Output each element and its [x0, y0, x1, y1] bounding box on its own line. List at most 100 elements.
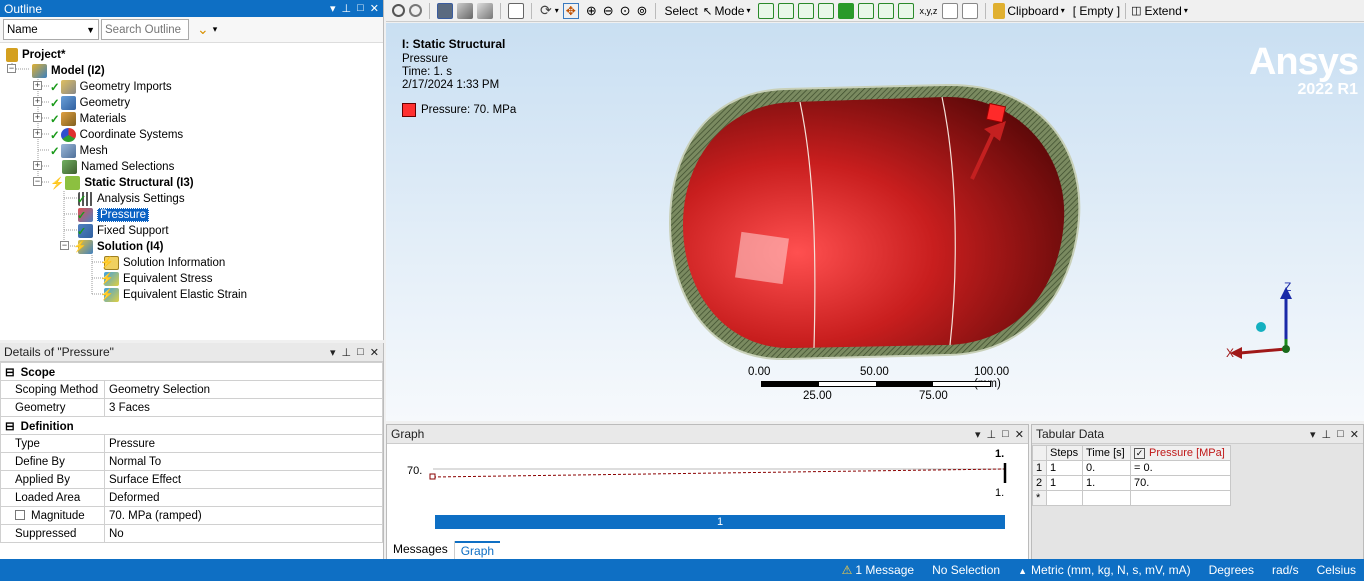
details-value[interactable]: Normal To: [104, 452, 383, 471]
tab-messages[interactable]: Messages: [387, 541, 455, 560]
extend-bodies-icon[interactable]: [878, 2, 895, 19]
tree-item-geometry-imports[interactable]: ✓ Geometry Imports: [50, 79, 172, 95]
face-select-icon[interactable]: [457, 2, 473, 19]
tree-item-equivalent-elastic-strain[interactable]: Equivalent Elastic Strain: [104, 287, 247, 303]
maximize-icon[interactable]: □: [357, 2, 364, 15]
tree-item-project[interactable]: Project*: [6, 47, 65, 63]
details-row[interactable]: Type Pressure: [0, 434, 383, 453]
edge-select-icon[interactable]: [477, 2, 493, 19]
details-value[interactable]: Geometry Selection: [104, 380, 383, 399]
parameter-checkbox[interactable]: [15, 510, 25, 521]
tree-item-named-selections[interactable]: Named Selections: [62, 159, 174, 175]
close-icon[interactable]: ✕: [370, 2, 379, 15]
graphics-viewport[interactable]: I: Static Structural Pressure Time: 1. s…: [386, 23, 1364, 421]
tree-item-static-structural[interactable]: ⚡ Static Structural (I3): [50, 175, 194, 191]
extend-faces-icon[interactable]: [858, 2, 875, 19]
coordinates-icon[interactable]: x,y,z: [919, 6, 937, 16]
details-row[interactable]: Loaded Area Deformed: [0, 488, 383, 507]
extend-adjacent-icon[interactable]: [778, 2, 795, 19]
tree-expander-geometry-imports[interactable]: +: [33, 81, 42, 90]
tree-expander-materials[interactable]: +: [33, 113, 42, 122]
column-header[interactable]: Time [s]: [1082, 445, 1131, 461]
dropdown-icon[interactable]: ▾: [975, 428, 981, 441]
maximize-icon[interactable]: □: [1337, 428, 1344, 441]
details-row[interactable]: Suppressed No: [0, 524, 383, 543]
tree-item-pressure[interactable]: Pressure: [78, 207, 150, 223]
tree-expander-coordinate-systems[interactable]: +: [33, 129, 42, 138]
tree-expander-model[interactable]: −: [7, 64, 16, 73]
details-value[interactable]: No: [104, 524, 383, 543]
collapse-icon[interactable]: ⊟: [5, 367, 15, 379]
tree-item-solution-information[interactable]: Solution Information: [104, 255, 225, 271]
tree-item-model[interactable]: Model (I2): [32, 63, 105, 79]
temperature-units[interactable]: Celsius: [1317, 563, 1356, 577]
extend-shared-icon[interactable]: [898, 2, 915, 19]
clipboard-button[interactable]: Clipboard: [1007, 4, 1058, 18]
pin-icon[interactable]: ⊥: [1322, 428, 1332, 441]
dropdown-icon[interactable]: ▾: [330, 346, 336, 359]
close-icon[interactable]: ✕: [1350, 428, 1359, 441]
maximize-icon[interactable]: □: [357, 346, 364, 359]
details-value[interactable]: Deformed: [104, 488, 383, 507]
tree-item-solution[interactable]: Solution (I4): [78, 239, 163, 255]
details-group-definition[interactable]: ⊟ Definition: [0, 416, 383, 435]
details-value[interactable]: 3 Faces: [104, 398, 383, 417]
extend-limits-icon[interactable]: [798, 2, 815, 19]
tree-item-equivalent-stress[interactable]: Equivalent Stress: [104, 271, 213, 287]
body-select-icon[interactable]: [437, 2, 453, 19]
tree-expander-static-structural[interactable]: −: [33, 177, 42, 186]
close-icon[interactable]: ✕: [370, 346, 379, 359]
table-row[interactable]: 1 1 0. = 0.: [1032, 460, 1231, 476]
details-row[interactable]: Define By Normal To: [0, 452, 383, 471]
label-icon[interactable]: [942, 2, 959, 19]
tree-item-geometry[interactable]: ✓ Geometry: [50, 95, 130, 111]
rate-units[interactable]: rad/s: [1272, 563, 1299, 577]
maximize-icon[interactable]: □: [1002, 428, 1009, 441]
tree-expander-geometry[interactable]: +: [33, 97, 42, 106]
tree-item-materials[interactable]: ✓ Materials: [50, 111, 126, 127]
dropdown-icon[interactable]: ▾: [330, 2, 336, 15]
details-value[interactable]: Pressure: [104, 434, 383, 453]
zoom-in-icon[interactable]: ⊕: [586, 3, 597, 19]
pressure-column-header[interactable]: ✓ Pressure [MPa]: [1130, 445, 1231, 461]
tree-item-coordinate-systems[interactable]: ✓ Coordinate Systems: [50, 127, 183, 143]
tab-graph[interactable]: Graph: [454, 541, 501, 560]
details-row[interactable]: Magnitude 70. MPa (ramped): [0, 506, 383, 525]
tree-expander-named-selections[interactable]: +: [33, 161, 42, 170]
annotation-icon[interactable]: [962, 2, 979, 19]
column-checkbox[interactable]: ✓: [1134, 448, 1145, 459]
select-button[interactable]: Select: [664, 4, 697, 18]
search-outline-input[interactable]: [101, 19, 189, 40]
tree-expander-solution[interactable]: −: [60, 241, 69, 250]
close-icon[interactable]: ✕: [1015, 428, 1024, 441]
details-row[interactable]: Applied By Surface Effect: [0, 470, 383, 489]
table-row[interactable]: *: [1032, 490, 1231, 506]
table-row[interactable]: 2 1 1. 70.: [1032, 475, 1231, 491]
zoom-reset-icon[interactable]: ⊚: [637, 3, 648, 19]
extend-instances-icon[interactable]: [838, 2, 855, 19]
filter-expand-icon[interactable]: ⌄: [197, 21, 209, 38]
collapse-icon[interactable]: ⊟: [5, 421, 15, 433]
select-all-icon[interactable]: [758, 2, 775, 19]
zoom-fit-icon[interactable]: [392, 4, 405, 17]
pin-icon[interactable]: ⊥: [342, 346, 352, 359]
details-group-scope[interactable]: ⊟ Scope: [0, 362, 383, 381]
zoom-box-icon[interactable]: [409, 4, 422, 17]
pin-icon[interactable]: ⊥: [342, 2, 352, 15]
box-zoom-icon[interactable]: [508, 2, 524, 19]
details-value[interactable]: Surface Effect: [104, 470, 383, 489]
name-filter-select[interactable]: Name ▼: [3, 19, 99, 40]
dropdown-icon[interactable]: ▾: [1310, 428, 1316, 441]
extend-button[interactable]: Extend: [1144, 4, 1181, 18]
details-value[interactable]: 70. MPa (ramped): [104, 506, 383, 525]
tree-item-analysis-settings[interactable]: Analysis Settings: [78, 191, 185, 207]
tree-item-fixed-support[interactable]: Fixed Support: [78, 223, 169, 239]
mode-button[interactable]: Mode: [714, 4, 744, 18]
extend-tangent-icon[interactable]: [818, 2, 835, 19]
details-row[interactable]: Geometry 3 Faces: [0, 398, 383, 417]
filter-menu-icon[interactable]: ▾: [213, 24, 218, 35]
axis-triad[interactable]: Z X: [1222, 279, 1302, 363]
tree-item-mesh[interactable]: ✓ Mesh: [50, 143, 108, 159]
pan-icon[interactable]: ✥: [562, 2, 579, 19]
details-row[interactable]: Scoping Method Geometry Selection: [0, 380, 383, 399]
